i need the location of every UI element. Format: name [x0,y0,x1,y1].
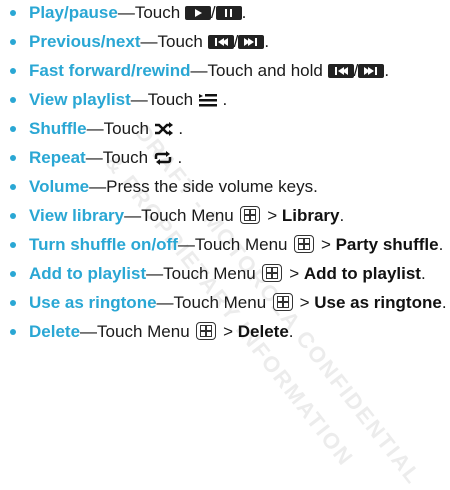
item-title: Repeat [29,148,86,167]
item-text: —Touch [117,3,185,22]
item-title: Use as ringtone [29,293,157,312]
next-icon [238,35,265,49]
list-item-fast-forward-rewind: Fast forward/rewind—Touch and hold / . [8,60,448,82]
item-title: Turn shuffle on/off [29,235,178,254]
item-title: Play/pause [29,3,118,22]
item-end: . [384,61,390,80]
list-item-add-to-playlist: Add to playlist—Touch Menu > Add to play… [8,263,448,285]
bullet [10,213,16,219]
music-controls-list: Play/pause—Touch /. Previous/next—Touch … [8,0,448,350]
item-gt: > [262,206,282,225]
bullet [10,271,16,277]
item-gt: > [284,264,304,283]
menu-key-icon [262,264,283,282]
item-title: Delete [29,322,81,341]
item-gt: > [218,322,238,341]
shuffle-icon [154,122,173,136]
item-title: Fast forward/rewind [29,61,191,80]
bullet [10,329,16,335]
menu-key-icon [272,293,293,311]
item-bold: Library [281,206,340,225]
list-item-play-pause: Play/pause—Touch /. [8,2,448,24]
item-end: . [173,119,184,138]
menu-key-icon [196,322,217,340]
list-item-delete: Delete—Touch Menu > Delete. [8,321,448,343]
item-title: Volume [29,177,90,196]
item-text: —Touch [130,90,198,109]
item-gt: > [294,293,315,312]
item-title: Shuffle [29,119,87,138]
menu-key-icon [240,206,261,224]
list-item-view-playlist: View playlist—Touch . [8,89,448,111]
item-bold: Delete [237,322,289,341]
item-bold: Use as ringtone [314,293,442,312]
bullet [10,184,16,190]
bullet [10,300,16,306]
item-end: . [217,90,228,109]
bullet [10,39,16,45]
repeat-icon [154,151,172,165]
item-text: —Touch Menu [156,293,271,312]
rewind-icon [327,64,354,78]
item-text: —Touch [140,32,208,51]
fast-forward-icon [358,64,385,78]
list-item-view-library: View library—Touch Menu > Library. [8,205,448,227]
bullet [10,97,16,103]
item-text: —Touch [86,119,154,138]
menu-key-icon [294,235,315,253]
playlist-icon [198,94,217,107]
item-end: . [241,3,247,22]
list-item-previous-next: Previous/next—Touch / . [8,31,448,53]
bullet [10,10,16,16]
item-gt: > [316,235,336,254]
item-text: —Press the side volume keys. [89,177,318,196]
item-bold: Party shuffle [335,235,439,254]
item-title: View library [29,206,125,225]
slash: / [210,3,216,22]
item-bold: Add to playlist [303,264,421,283]
bullet [10,242,16,248]
item-end: . [339,206,345,225]
list-item-use-as-ringtone: Use as ringtone—Touch Menu > Use as ring… [8,292,448,314]
item-text: —Touch Menu [80,322,195,341]
item-end: . [172,148,183,167]
list-item-volume: Volume—Press the side volume keys. [8,176,448,198]
item-end: . [441,293,447,312]
item-text: —Touch Menu [177,235,293,254]
item-text: —Touch [85,148,153,167]
bullet [10,155,16,161]
previous-icon [207,35,234,49]
list-item-turn-shuffle: Turn shuffle on/off—Touch Menu > Party s… [8,234,448,256]
bullet [10,68,16,74]
item-text: —Touch Menu [146,264,261,283]
list-item-shuffle: Shuffle—Touch . [8,118,448,140]
item-text: —Touch and hold [190,61,328,80]
item-end: . [288,322,294,341]
list-item-repeat: Repeat—Touch . [8,147,448,169]
item-end: . [438,235,444,254]
item-end: . [420,264,426,283]
item-title: View playlist [29,90,131,109]
play-icon [184,6,211,20]
pause-icon [215,6,242,20]
item-text: —Touch Menu [124,206,239,225]
item-title: Add to playlist [29,264,147,283]
item-title: Previous/next [29,32,141,51]
bullet [10,126,16,132]
item-end: . [264,32,270,51]
